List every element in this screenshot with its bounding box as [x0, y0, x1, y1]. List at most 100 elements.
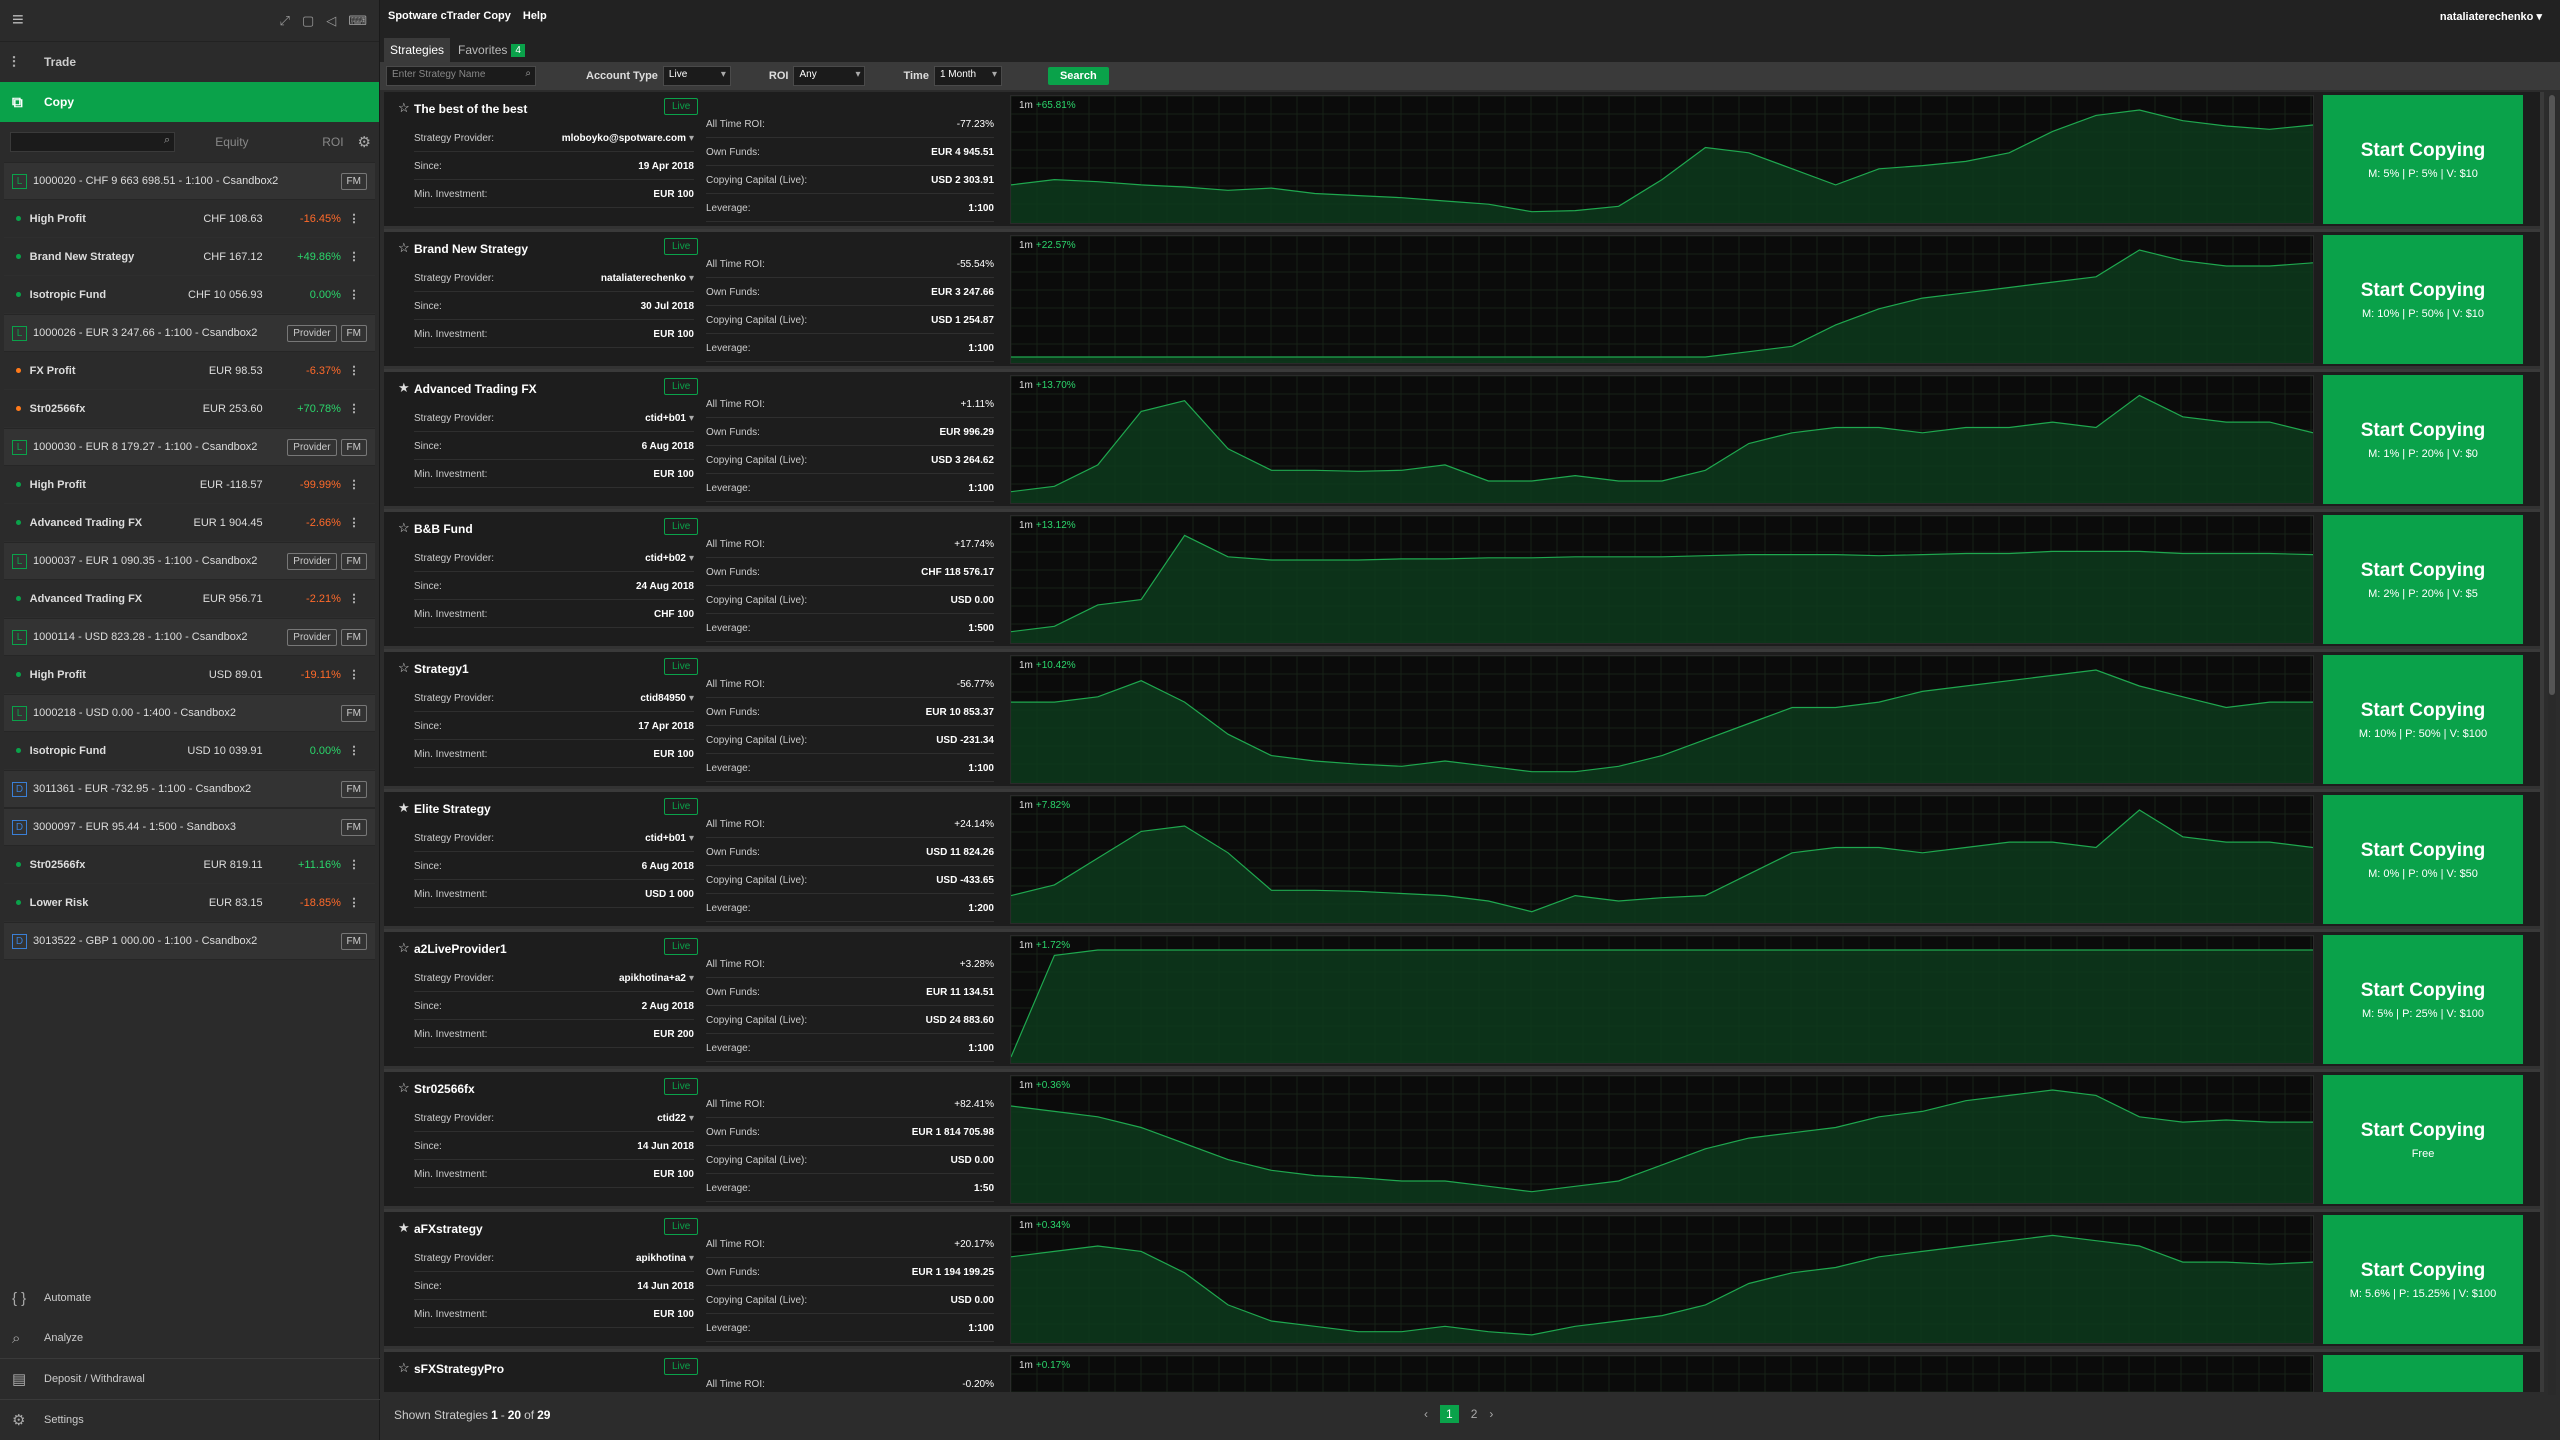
star-outline-icon[interactable]: ☆	[398, 520, 410, 536]
star-filled-icon[interactable]: ★	[398, 380, 410, 396]
account-row[interactable]: D 3013522 - GBP 1 000.00 - 1:100 - Csandb…	[4, 922, 375, 960]
provider-button[interactable]: Provider	[287, 438, 337, 456]
kebab-menu-icon[interactable]: ⋮	[341, 212, 367, 225]
gear-icon[interactable]: ⚙	[358, 133, 371, 151]
tab-favorites[interactable]: Favorites 4	[452, 38, 531, 62]
nav-trade[interactable]: ⫶ Trade	[0, 42, 379, 82]
account-row[interactable]: L 1000218 - USD 0.00 - 1:400 - Csandbox2 F…	[4, 694, 375, 732]
subscribed-strategy-row[interactable]: High Profit EUR -118.57 -99.99% ⋮	[4, 466, 375, 504]
field-value[interactable]: apikhotina+a2	[619, 973, 686, 984]
kebab-menu-icon[interactable]: ⋮	[341, 668, 367, 681]
subscribed-strategy-row[interactable]: Lower Risk EUR 83.15 -18.85% ⋮	[4, 884, 375, 922]
fm-button[interactable]: FM	[340, 438, 367, 456]
strategy-name[interactable]: Advanced Trading FX	[414, 382, 537, 396]
time-select[interactable]: 1 Month	[933, 66, 1002, 86]
start-copying-button[interactable]: Start Copying M: 5% | P: 5% | V: $10	[2323, 95, 2523, 224]
start-copying-button[interactable]: Start Copying M: 5% | P: 25% | V: $100	[2323, 935, 2523, 1064]
account-type-select[interactable]: Live	[662, 66, 731, 86]
subscribed-strategy-row[interactable]: Isotropic Fund USD 10 039.91 0.00% ⋮	[4, 732, 375, 770]
kebab-menu-icon[interactable]: ⋮	[341, 478, 367, 491]
provider-button[interactable]: Provider	[287, 628, 337, 646]
strategy-name[interactable]: The best of the best	[414, 102, 527, 116]
kebab-menu-icon[interactable]: ⋮	[341, 250, 367, 263]
strategy-name[interactable]: B&B Fund	[414, 522, 473, 536]
account-row[interactable]: L 1000026 - EUR 3 247.66 - 1:100 - Csandb…	[4, 314, 375, 352]
account-row[interactable]: D 3011361 - EUR -732.95 - 1:100 - Csandbo…	[4, 770, 375, 808]
subscribed-strategy-row[interactable]: Str02566fx EUR 253.60 +70.78% ⋮	[4, 390, 375, 428]
fm-button[interactable]: FM	[340, 818, 367, 836]
vertical-scrollbar[interactable]	[2548, 95, 2556, 1395]
star-outline-icon[interactable]: ☆	[398, 940, 410, 956]
subscribed-strategy-row[interactable]: FX Profit EUR 98.53 -6.37% ⋮	[4, 352, 375, 390]
fm-button[interactable]: FM	[340, 172, 367, 190]
start-copying-button[interactable]: Start Copying M: 5.6% | P: 15.25% | V: $1…	[2323, 1215, 2523, 1344]
start-copying-button[interactable]: Start Copying M: 10% | P: 50% | V: $100	[2323, 655, 2523, 784]
provider-button[interactable]: Provider	[287, 552, 337, 570]
kebab-menu-icon[interactable]: ⋮	[341, 592, 367, 605]
nav-settings[interactable]: ⚙ Settings	[0, 1400, 380, 1440]
account-row[interactable]: L 1000114 - USD 823.28 - 1:100 - Csandbox…	[4, 618, 375, 656]
fm-button[interactable]: FM	[340, 552, 367, 570]
field-value[interactable]: apikhotina	[636, 1253, 686, 1264]
star-outline-icon[interactable]: ☆	[398, 660, 410, 676]
keyboard-icon[interactable]: ⌨	[348, 13, 367, 29]
fm-button[interactable]: FM	[340, 324, 367, 342]
help-menu[interactable]: Help	[523, 10, 547, 22]
strategy-name[interactable]: a2LiveProvider1	[414, 942, 507, 956]
nav-deposit-withdrawal[interactable]: ▤ Deposit / Withdrawal	[0, 1359, 380, 1399]
search-button[interactable]: Search	[1047, 67, 1109, 85]
account-row[interactable]: L 1000030 - EUR 8 179.27 - 1:100 - Csandb…	[4, 428, 375, 466]
account-row[interactable]: L 1000020 - CHF 9 663 698.51 - 1:100 - Cs…	[4, 162, 375, 200]
strategy-name[interactable]: Elite Strategy	[414, 802, 491, 816]
start-copying-button[interactable]: Start Copying M: 0% | P: 0% | V: $50	[2323, 795, 2523, 924]
nav-analyze[interactable]: ⌕ Analyze	[0, 1318, 380, 1358]
kebab-menu-icon[interactable]: ⋮	[341, 516, 367, 529]
account-row[interactable]: L 1000037 - EUR 1 090.35 - 1:100 - Csandb…	[4, 542, 375, 580]
star-outline-icon[interactable]: ☆	[398, 1080, 410, 1096]
field-value[interactable]: ctid+b01	[645, 833, 686, 844]
strategy-name[interactable]: Brand New Strategy	[414, 242, 528, 256]
star-outline-icon[interactable]: ☆	[398, 1360, 410, 1376]
kebab-menu-icon[interactable]: ⋮	[341, 288, 367, 301]
sound-icon[interactable]: ◁	[326, 13, 336, 29]
scrollbar-thumb[interactable]	[2549, 95, 2555, 695]
prev-page-icon[interactable]: ‹	[1424, 1407, 1428, 1421]
page-1[interactable]: 1	[1440, 1405, 1459, 1423]
strategy-name[interactable]: aFXstrategy	[414, 1222, 483, 1236]
strategy-name[interactable]: Str02566fx	[414, 1082, 475, 1096]
hamburger-menu-icon[interactable]: ≡	[12, 9, 34, 32]
fm-button[interactable]: FM	[340, 704, 367, 722]
page-2[interactable]: 2	[1471, 1407, 1478, 1421]
fm-button[interactable]: FM	[340, 780, 367, 798]
star-filled-icon[interactable]: ★	[398, 800, 410, 816]
start-copying-button[interactable]: Start Copying M: 10% | P: 50% | V: $10	[2323, 235, 2523, 364]
start-copying-button[interactable]: Start Copying M: 1% | P: 20% | V: $0	[2323, 375, 2523, 504]
fm-button[interactable]: FM	[340, 628, 367, 646]
kebab-menu-icon[interactable]: ⋮	[341, 858, 367, 871]
subscribed-strategy-row[interactable]: Isotropic Fund CHF 10 056.93 0.00% ⋮	[4, 276, 375, 314]
field-value[interactable]: ctid+b02	[645, 553, 686, 564]
field-value[interactable]: ctid84950	[640, 693, 686, 704]
app-title[interactable]: Spotware cTrader Copy	[388, 10, 511, 22]
field-value[interactable]: mloboyko@spotware.com	[562, 133, 686, 144]
window-icon[interactable]: ▢	[302, 13, 314, 29]
subscribed-strategy-row[interactable]: Advanced Trading FX EUR 956.71 -2.21% ⋮	[4, 580, 375, 618]
subscribed-strategy-row[interactable]: High Profit USD 89.01 -19.11% ⋮	[4, 656, 375, 694]
start-copying-button[interactable]: Start Copying	[2323, 1355, 2523, 1392]
provider-button[interactable]: Provider	[287, 324, 337, 342]
nav-automate[interactable]: { } Automate	[0, 1278, 380, 1318]
start-copying-button[interactable]: Start Copying Free	[2323, 1075, 2523, 1204]
fullscreen-icon[interactable]: ⤢	[280, 13, 290, 29]
next-page-icon[interactable]: ›	[1489, 1407, 1493, 1421]
field-value[interactable]: ctid+b01	[645, 413, 686, 424]
field-value[interactable]: ctid22	[657, 1113, 686, 1124]
fm-button[interactable]: FM	[340, 932, 367, 950]
subscribed-strategy-row[interactable]: Advanced Trading FX EUR 1 904.45 -2.66% ⋮	[4, 504, 375, 542]
kebab-menu-icon[interactable]: ⋮	[341, 896, 367, 909]
roi-select[interactable]: Any	[793, 66, 866, 86]
subscribed-strategy-row[interactable]: High Profit CHF 108.63 -16.45% ⋮	[4, 200, 375, 238]
account-row[interactable]: D 3000097 - EUR 95.44 - 1:500 - Sandbox3 F…	[4, 808, 375, 846]
user-menu[interactable]: nataliaterechenko ▾	[2440, 10, 2542, 23]
subscribed-strategy-row[interactable]: Str02566fx EUR 819.11 +11.16% ⋮	[4, 846, 375, 884]
nav-copy[interactable]: ⧉ Copy	[0, 82, 379, 122]
